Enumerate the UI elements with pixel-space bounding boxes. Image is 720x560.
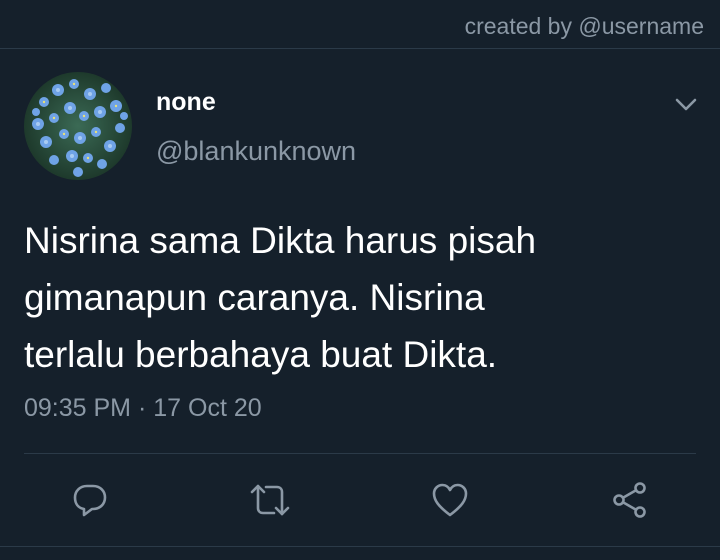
retweet-icon <box>250 484 290 516</box>
user-handle[interactable]: @blankunknown <box>156 136 356 167</box>
divider <box>24 453 696 454</box>
reply-button[interactable] <box>68 478 112 522</box>
meta-separator: · <box>137 394 147 422</box>
forget-me-not-flowers-icon <box>32 79 128 177</box>
heart-icon <box>432 483 468 517</box>
retweet-button[interactable] <box>248 478 292 522</box>
tweet-time: 09:35 PM <box>24 394 132 422</box>
display-name[interactable]: none <box>156 88 216 117</box>
tweet-date: 17 Oct 20 <box>153 394 262 422</box>
chevron-down-icon[interactable] <box>672 90 700 118</box>
credit-text: created by @username <box>464 13 704 39</box>
bottom-divider <box>0 546 720 547</box>
tweet-timestamp[interactable]: 09:35 PM · 17 Oct 20 <box>24 394 262 423</box>
like-button[interactable] <box>428 478 472 522</box>
avatar[interactable] <box>24 72 132 180</box>
share-icon <box>613 482 646 518</box>
tweet-text: Nisrina sama Dikta harus pisah gimanapun… <box>24 220 537 375</box>
share-button[interactable] <box>608 478 652 522</box>
reply-icon <box>73 484 107 517</box>
top-bar: created by @username <box>0 0 720 49</box>
